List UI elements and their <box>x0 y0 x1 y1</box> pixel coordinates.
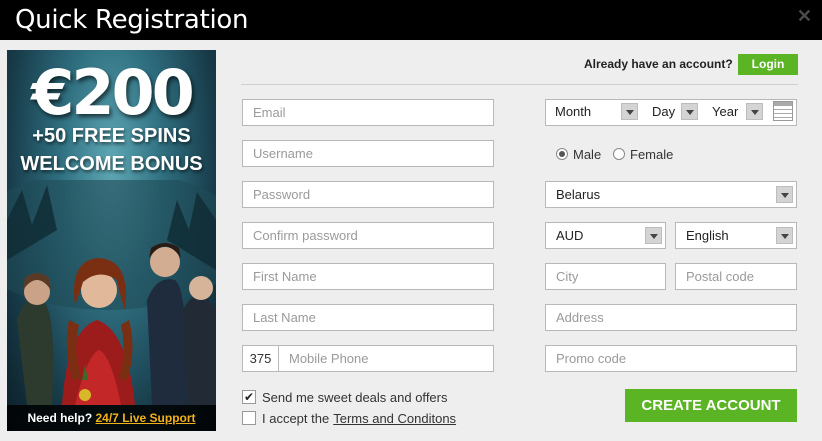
city-field[interactable] <box>545 263 666 290</box>
gender-male-label: Male <box>573 146 602 162</box>
birth-year-value: Year <box>712 104 739 119</box>
last-name-field[interactable] <box>242 304 494 331</box>
username-field[interactable] <box>242 140 494 167</box>
currency-value: AUD <box>556 228 584 243</box>
email-field[interactable] <box>242 99 494 126</box>
banner-characters-art <box>7 180 216 405</box>
calendar-icon[interactable] <box>773 101 793 121</box>
currency-select[interactable]: AUD <box>545 222 666 249</box>
chevron-down-icon <box>681 103 698 120</box>
help-prefix: Need help? <box>27 411 93 425</box>
chevron-down-icon <box>746 103 763 120</box>
terms-prefix: I accept the <box>262 410 330 426</box>
chevron-down-icon <box>776 227 793 244</box>
welcome-bonus-banner: €200 +50 FREE SPINS WELCOME BONUS Need h… <box>7 50 216 431</box>
mobile-phone-input[interactable] <box>279 346 493 371</box>
confirm-password-input[interactable] <box>243 223 493 248</box>
promo-code-field[interactable] <box>545 345 797 372</box>
live-support-link[interactable]: 24/7 Live Support <box>96 411 196 425</box>
close-icon[interactable]: ✕ <box>797 6 812 27</box>
username-input[interactable] <box>243 141 493 166</box>
bonus-title: WELCOME BONUS <box>20 153 203 175</box>
mobile-phone-field[interactable]: 375 <box>242 345 494 372</box>
postal-code-field[interactable] <box>675 263 797 290</box>
chevron-down-icon <box>621 103 638 120</box>
password-field[interactable] <box>242 181 494 208</box>
birth-month-value: Month <box>555 104 592 119</box>
country-value: Belarus <box>556 187 601 202</box>
password-input[interactable] <box>243 182 493 207</box>
login-button[interactable]: Login <box>738 54 798 75</box>
birth-month-select[interactable]: Month <box>545 99 640 126</box>
promo-code-input[interactable] <box>546 346 796 371</box>
country-select[interactable]: Belarus <box>545 181 797 208</box>
gender-male-option[interactable]: Male <box>556 146 601 162</box>
city-input[interactable] <box>546 264 665 289</box>
radio-female[interactable] <box>613 148 625 160</box>
email-input[interactable] <box>243 100 493 125</box>
chevron-down-icon <box>776 186 793 203</box>
chevron-down-icon <box>645 227 662 244</box>
birth-day-value: Day <box>652 104 676 119</box>
gender-female-option[interactable]: Female <box>613 146 673 162</box>
language-select[interactable]: English <box>675 222 797 249</box>
modal-title: Quick Registration <box>15 5 249 35</box>
radio-male[interactable] <box>556 148 568 160</box>
language-value: English <box>686 228 729 243</box>
help-bar: Need help? 24/7 Live Support <box>7 405 216 431</box>
deals-label: Send me sweet deals and offers <box>262 389 448 405</box>
terms-option[interactable]: I accept the Terms and Conditons <box>242 410 456 426</box>
address-field[interactable] <box>545 304 797 331</box>
deals-option[interactable]: ✔ Send me sweet deals and offers <box>242 389 448 405</box>
gender-female-label: Female <box>630 146 674 162</box>
first-name-field[interactable] <box>242 263 494 290</box>
last-name-input[interactable] <box>243 305 493 330</box>
divider <box>241 84 798 85</box>
already-account-text: Already have an account? <box>584 57 733 71</box>
confirm-password-field[interactable] <box>242 222 494 249</box>
modal-header: Quick Registration ✕ <box>0 0 822 40</box>
birth-day-select[interactable]: Day <box>642 99 700 126</box>
terms-link[interactable]: Terms and Conditons <box>333 411 456 426</box>
postal-code-input[interactable] <box>676 264 796 289</box>
bonus-spins: +50 FREE SPINS <box>32 125 191 147</box>
bonus-amount: €200 <box>31 56 195 129</box>
first-name-input[interactable] <box>243 264 493 289</box>
birth-year-select[interactable]: Year <box>702 99 764 126</box>
address-input[interactable] <box>546 305 796 330</box>
create-account-button[interactable]: CREATE ACCOUNT <box>625 389 797 422</box>
deals-checkbox[interactable]: ✔ <box>242 390 256 404</box>
terms-checkbox[interactable] <box>242 411 256 425</box>
phone-country-code: 375 <box>243 346 279 371</box>
